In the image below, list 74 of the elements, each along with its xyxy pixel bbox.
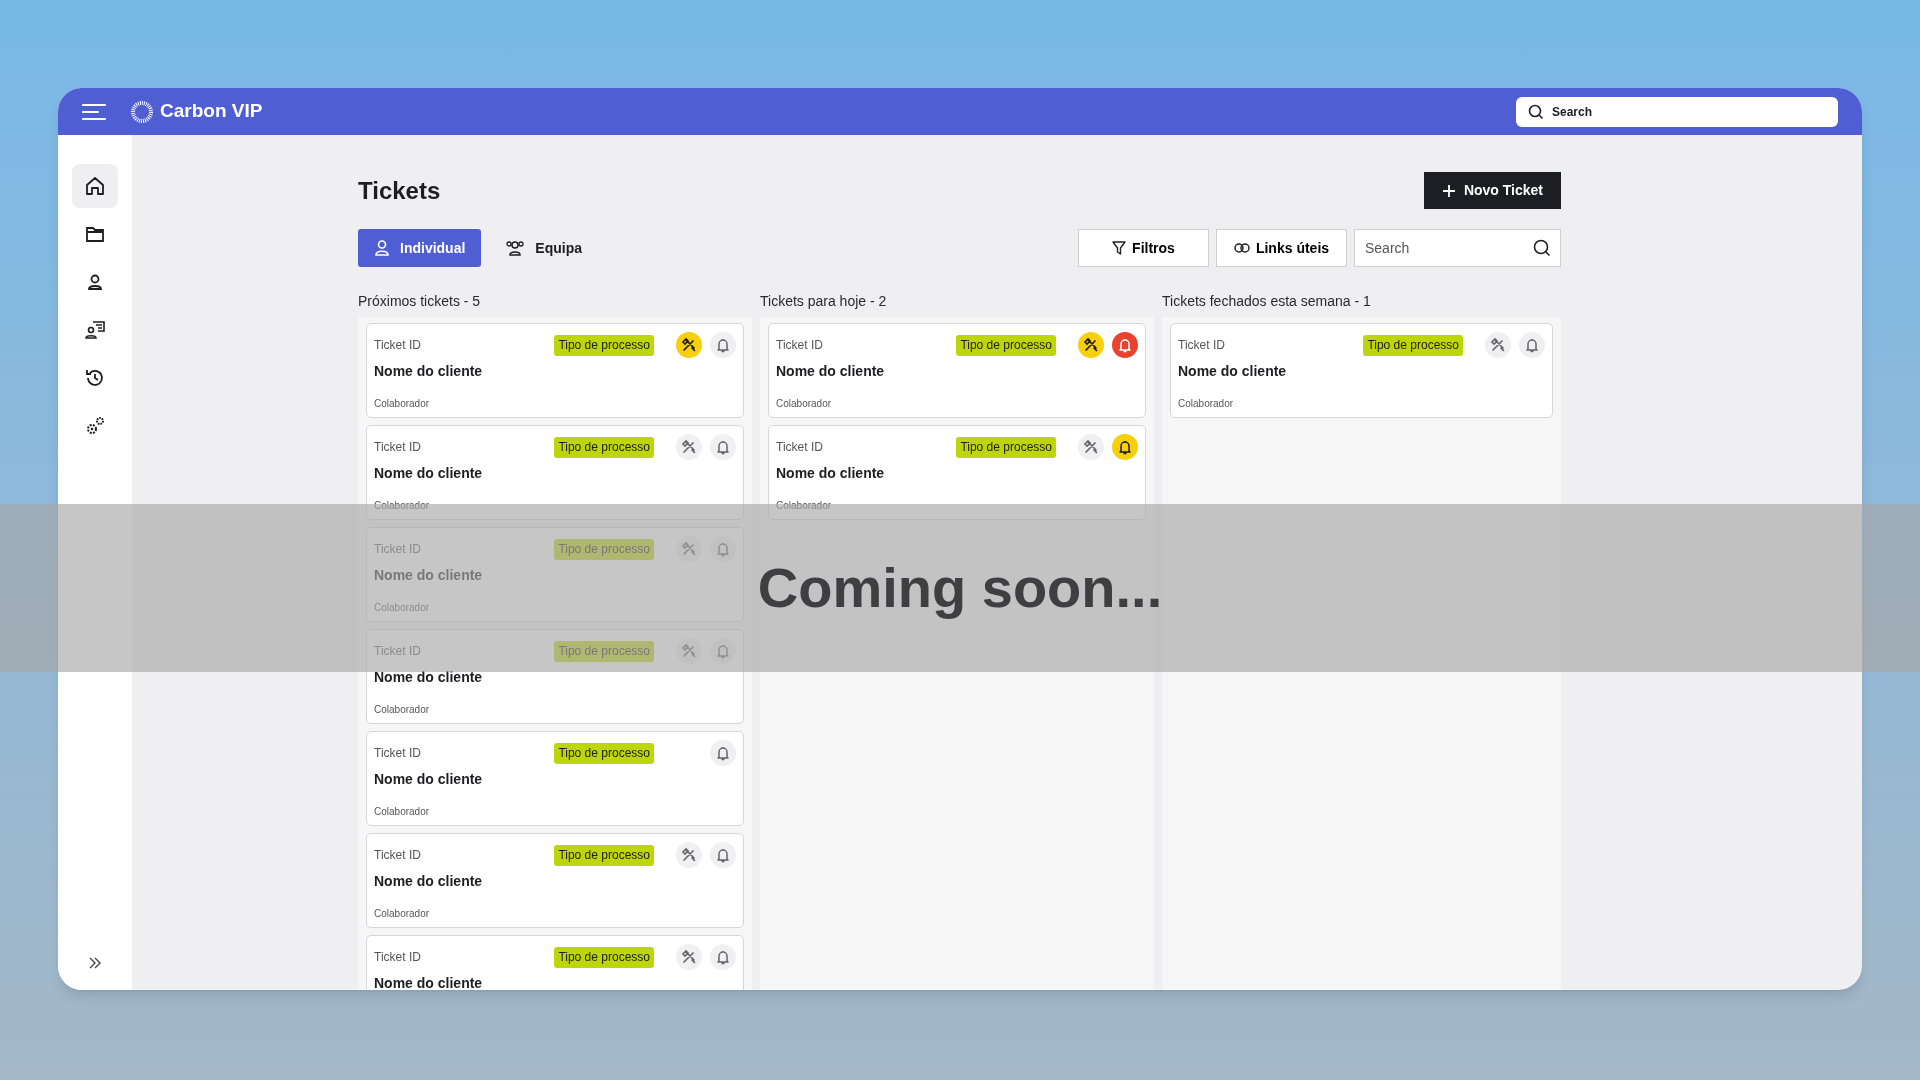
client-name: Nome do cliente xyxy=(374,872,484,891)
process-tag: Tipo de processo xyxy=(1363,334,1463,356)
gears-icon xyxy=(84,415,106,437)
process-tag: Tipo de processo xyxy=(554,538,654,560)
search-icon xyxy=(1528,103,1544,120)
collaborator-name: Colaborador xyxy=(374,499,431,513)
tools-icon[interactable] xyxy=(676,332,702,358)
client-name: Nome do cliente xyxy=(374,668,484,687)
collaborator-name: Colaborador xyxy=(776,499,833,513)
coming-soon-text: Coming soon... xyxy=(757,555,1163,621)
contact-card-icon xyxy=(84,319,106,341)
ticket-card[interactable]: Ticket ID Tipo de processo Nome do cliente Colaborador xyxy=(366,323,744,418)
filters-button[interactable]: Filtros xyxy=(1078,229,1209,267)
process-tag: Tipo de processo xyxy=(554,742,654,764)
ticket-id: Ticket ID xyxy=(374,541,421,558)
menu-icon[interactable] xyxy=(82,102,106,121)
collaborator-name: Colaborador xyxy=(374,805,431,819)
collaborator-name: Colaborador xyxy=(374,601,431,615)
links-button[interactable]: Links úteis xyxy=(1216,229,1347,267)
tools-icon[interactable] xyxy=(1078,332,1104,358)
client-name: Nome do cliente xyxy=(374,974,484,990)
collaborator-name: Colaborador xyxy=(374,397,431,411)
search-icon xyxy=(1533,239,1551,257)
collaborator-name: Colaborador xyxy=(374,703,431,717)
link-icon xyxy=(1233,243,1250,253)
ticket-id: Ticket ID xyxy=(374,949,421,966)
search-field[interactable]: Search xyxy=(1516,96,1838,127)
view-tab[interactable]: Equipa xyxy=(489,229,598,267)
client-name: Nome do cliente xyxy=(374,770,484,789)
collaborator-name: Colaborador xyxy=(776,397,833,411)
ticket-card[interactable]: Ticket ID Tipo de processo Nome do cliente Colaborador xyxy=(768,425,1146,520)
process-tag: Tipo de processo xyxy=(554,436,654,458)
ticket-card[interactable]: Ticket ID Tipo de processo Nome do cliente Colaborador xyxy=(768,323,1146,418)
column-title: Tickets para hoje - 2 xyxy=(760,292,888,311)
ticket-card[interactable]: Ticket ID Tipo de processo Nome do cliente Colaborador xyxy=(366,731,744,826)
ticket-id: Ticket ID xyxy=(776,337,823,354)
ticket-id: Ticket ID xyxy=(776,439,823,456)
ticket-id: Ticket ID xyxy=(374,745,421,762)
column-title: Próximos tickets - 5 xyxy=(358,292,482,311)
sidebar-item[interactable] xyxy=(72,164,118,208)
history-icon xyxy=(84,367,106,389)
process-tag: Tipo de processo xyxy=(554,844,654,866)
process-tag: Tipo de processo xyxy=(554,640,654,662)
new-ticket-button[interactable]: Novo Ticket xyxy=(1423,172,1561,209)
team-icon xyxy=(505,239,526,257)
client-name: Nome do cliente xyxy=(1178,362,1288,381)
brand-name: Carbon VIP xyxy=(160,99,263,124)
process-tag: Tipo de processo xyxy=(554,334,654,356)
home-icon xyxy=(84,175,106,197)
client-name: Nome do cliente xyxy=(776,464,886,483)
collaborator-name: Colaborador xyxy=(1178,397,1235,411)
ticket-id: Ticket ID xyxy=(374,847,421,864)
logo-icon xyxy=(130,99,154,124)
ticket-id: Ticket ID xyxy=(374,337,421,354)
page-title: Tickets xyxy=(358,175,441,206)
search-field[interactable]: Search xyxy=(1354,229,1561,267)
process-tag: Tipo de processo xyxy=(956,436,1056,458)
ticket-id: Ticket ID xyxy=(374,643,421,660)
client-name: Nome do cliente xyxy=(776,362,886,381)
filter-icon xyxy=(1112,241,1127,255)
process-tag: Tipo de processo xyxy=(956,334,1056,356)
plus-icon xyxy=(1441,183,1456,198)
bell-icon[interactable] xyxy=(1112,434,1138,460)
client-name: Nome do cliente xyxy=(374,464,484,483)
collaborator-name: Colaborador xyxy=(374,907,431,921)
expand-icon[interactable] xyxy=(88,956,102,970)
ticket-id: Ticket ID xyxy=(374,439,421,456)
column-title: Tickets fechados esta semana - 1 xyxy=(1162,292,1372,311)
user-icon xyxy=(374,239,390,257)
client-name: Nome do cliente xyxy=(374,566,484,585)
ticket-id: Ticket ID xyxy=(1178,337,1225,354)
view-tab[interactable]: Individual xyxy=(358,229,482,267)
process-tag: Tipo de processo xyxy=(554,946,654,968)
client-name: Nome do cliente xyxy=(374,362,484,381)
